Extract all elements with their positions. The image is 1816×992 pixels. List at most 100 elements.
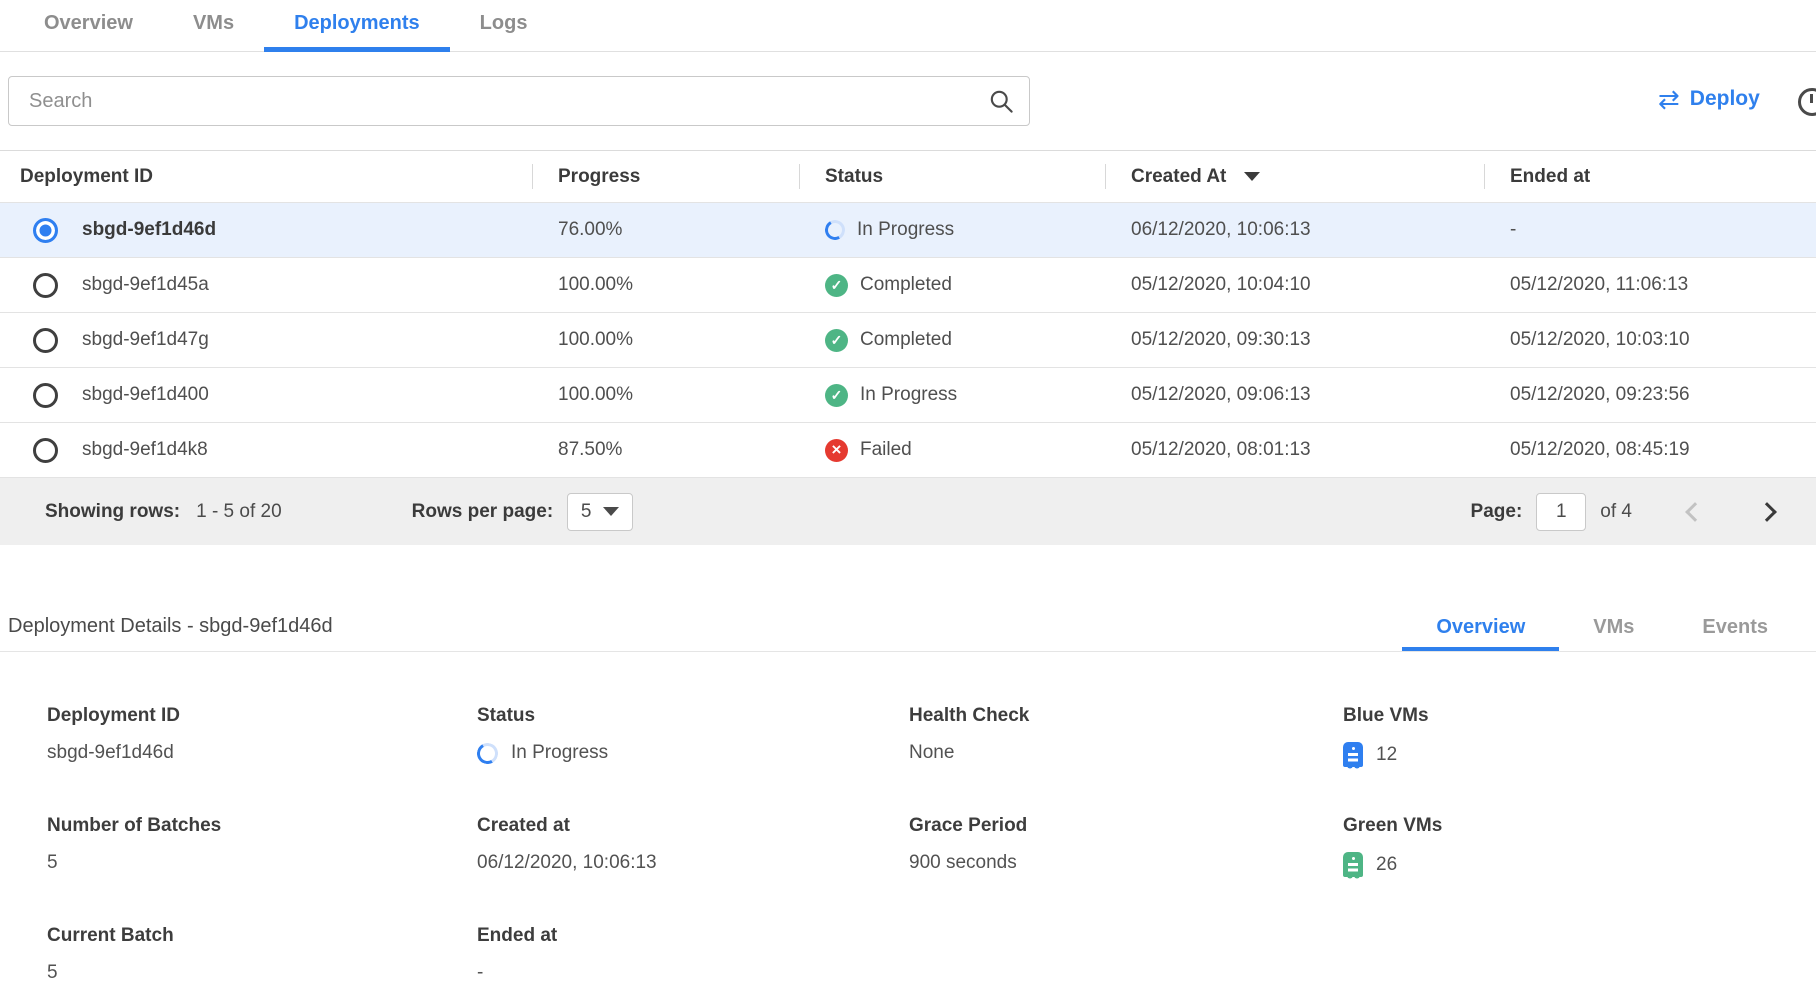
progress-value: 100.00%: [558, 274, 633, 296]
table-row[interactable]: sbgd-9ef1d45a 100.00% ✓ Completed 05/12/…: [0, 257, 1816, 312]
ended-at-value: 05/12/2020, 09:23:56: [1510, 384, 1690, 406]
detail-field-label: Blue VMs: [1343, 705, 1442, 727]
chevron-down-icon: [603, 507, 619, 516]
swap-arrows-icon: ⇄: [1658, 86, 1680, 112]
table-row[interactable]: sbgd-9ef1d46d 76.00% In Progress 06/12/2…: [0, 202, 1816, 257]
details-tab-events[interactable]: Events: [1668, 608, 1802, 652]
progress-value: 76.00%: [558, 219, 622, 241]
check-circle-icon: ✓: [825, 274, 848, 297]
progress-value: 87.50%: [558, 439, 622, 461]
deployment-id-text: sbgd-9ef1d45a: [82, 274, 209, 296]
deploy-button[interactable]: ⇄ Deploy: [1658, 86, 1760, 112]
detail-field-label: Created at: [477, 815, 909, 837]
showing-rows-value: 1 - 5 of 20: [196, 501, 282, 523]
detail-field-label: Ended at: [477, 925, 909, 947]
column-header-ended-at[interactable]: Ended at: [1484, 151, 1816, 202]
progress-value: 100.00%: [558, 329, 633, 351]
detail-field: Current Batch 5: [47, 920, 477, 992]
detail-field-value: 5: [47, 962, 58, 984]
tab-label: Overview: [1436, 616, 1525, 639]
deployment-id-text: sbgd-9ef1d400: [82, 384, 209, 406]
detail-field-value: In Progress: [511, 742, 608, 764]
search-input[interactable]: [9, 90, 988, 113]
column-header-status[interactable]: Status: [799, 151, 1105, 202]
details-tab-vms[interactable]: VMs: [1559, 608, 1668, 652]
detail-field-value: 12: [1376, 744, 1397, 766]
tab-label: Deployments: [294, 12, 420, 35]
tab-overview[interactable]: Overview: [14, 0, 163, 52]
ended-at-value: -: [1510, 219, 1516, 241]
detail-field-value: 26: [1376, 854, 1397, 876]
in-progress-spinner-icon: [475, 740, 501, 766]
detail-field-value: 5: [47, 852, 58, 874]
tab-label: Logs: [480, 12, 528, 35]
detail-field: Grace Period 900 seconds: [909, 810, 1343, 920]
status-text: In Progress: [860, 384, 957, 406]
table-row[interactable]: sbgd-9ef1d400 100.00% ✓ In Progress 05/1…: [0, 367, 1816, 422]
tab-label: Events: [1702, 616, 1768, 639]
status-text: Completed: [860, 274, 952, 296]
column-header-progress[interactable]: Progress: [532, 151, 799, 202]
status-text: In Progress: [857, 219, 954, 241]
tab-label: VMs: [193, 12, 234, 35]
page-total: of 4: [1600, 501, 1632, 523]
details-tabbar: Overview VMs Events: [1402, 608, 1802, 652]
tab-vms[interactable]: VMs: [163, 0, 264, 52]
ended-at-value: 05/12/2020, 10:03:10: [1510, 329, 1690, 351]
showing-rows-label: Showing rows:: [45, 501, 180, 523]
status-text: Completed: [860, 329, 952, 351]
table-row[interactable]: sbgd-9ef1d4k8 87.50% × Failed 05/12/2020…: [0, 422, 1816, 477]
detail-field-label: Number of Batches: [47, 815, 477, 837]
deployment-id-text: sbgd-9ef1d47g: [82, 329, 209, 351]
detail-field: Created at 06/12/2020, 10:06:13: [477, 810, 909, 920]
detail-field-label: Green VMs: [1343, 815, 1442, 837]
row-radio-button[interactable]: [33, 383, 58, 408]
detail-field: Number of Batches 5: [47, 810, 477, 920]
detail-field: Deployment ID sbgd-9ef1d46d: [47, 700, 477, 810]
sort-descending-icon: [1244, 172, 1260, 181]
detail-field-value: -: [477, 962, 483, 984]
search-box: [8, 76, 1030, 126]
detail-field-value: 06/12/2020, 10:06:13: [477, 852, 657, 874]
previous-page-icon[interactable]: [1685, 502, 1705, 522]
detail-field-value: sbgd-9ef1d46d: [47, 742, 174, 764]
vm-server-icon: [1343, 742, 1363, 767]
details-tab-overview[interactable]: Overview: [1402, 608, 1559, 652]
deployments-table: Deployment ID Progress Status Created At…: [0, 150, 1816, 477]
deployments-table-body: sbgd-9ef1d46d 76.00% In Progress 06/12/2…: [0, 202, 1816, 477]
row-radio-button[interactable]: [33, 438, 58, 463]
created-at-value: 05/12/2020, 09:06:13: [1131, 384, 1311, 406]
clock-icon[interactable]: [1798, 88, 1816, 116]
next-page-icon[interactable]: [1757, 502, 1777, 522]
column-label: Ended at: [1510, 166, 1590, 188]
table-row[interactable]: sbgd-9ef1d47g 100.00% ✓ Completed 05/12/…: [0, 312, 1816, 367]
search-icon: [988, 88, 1015, 115]
details-grid: Deployment ID sbgd-9ef1d46d Status In Pr…: [47, 700, 1442, 992]
row-radio-button[interactable]: [33, 328, 58, 353]
rows-per-page-select[interactable]: 5: [567, 493, 633, 531]
column-label: Created At: [1131, 166, 1226, 188]
page-number-input[interactable]: [1536, 493, 1586, 531]
detail-field: Status In Progress: [477, 700, 909, 810]
detail-field-value: None: [909, 742, 954, 764]
detail-field-label: Grace Period: [909, 815, 1343, 837]
vm-server-icon: [1343, 852, 1363, 877]
detail-field-label: Current Batch: [47, 925, 477, 947]
table-header-row: Deployment ID Progress Status Created At…: [0, 150, 1816, 202]
detail-field: Green VMs 26: [1343, 810, 1442, 920]
column-header-created-at[interactable]: Created At: [1105, 151, 1484, 202]
deployment-id-text: sbgd-9ef1d46d: [82, 219, 216, 241]
created-at-value: 05/12/2020, 08:01:13: [1131, 439, 1311, 461]
detail-field: Blue VMs 12: [1343, 700, 1442, 810]
detail-field: Health Check None: [909, 700, 1343, 810]
in-progress-spinner-icon: [823, 218, 847, 242]
row-radio-button[interactable]: [33, 218, 58, 243]
row-radio-button[interactable]: [33, 273, 58, 298]
created-at-value: 05/12/2020, 10:04:10: [1131, 274, 1311, 296]
cross-circle-icon: ×: [825, 439, 848, 462]
check-circle-icon: ✓: [825, 384, 848, 407]
tab-deployments[interactable]: Deployments: [264, 0, 450, 52]
column-header-deployment-id[interactable]: Deployment ID: [0, 151, 532, 202]
detail-field-label: Health Check: [909, 705, 1343, 727]
tab-logs[interactable]: Logs: [450, 0, 558, 52]
